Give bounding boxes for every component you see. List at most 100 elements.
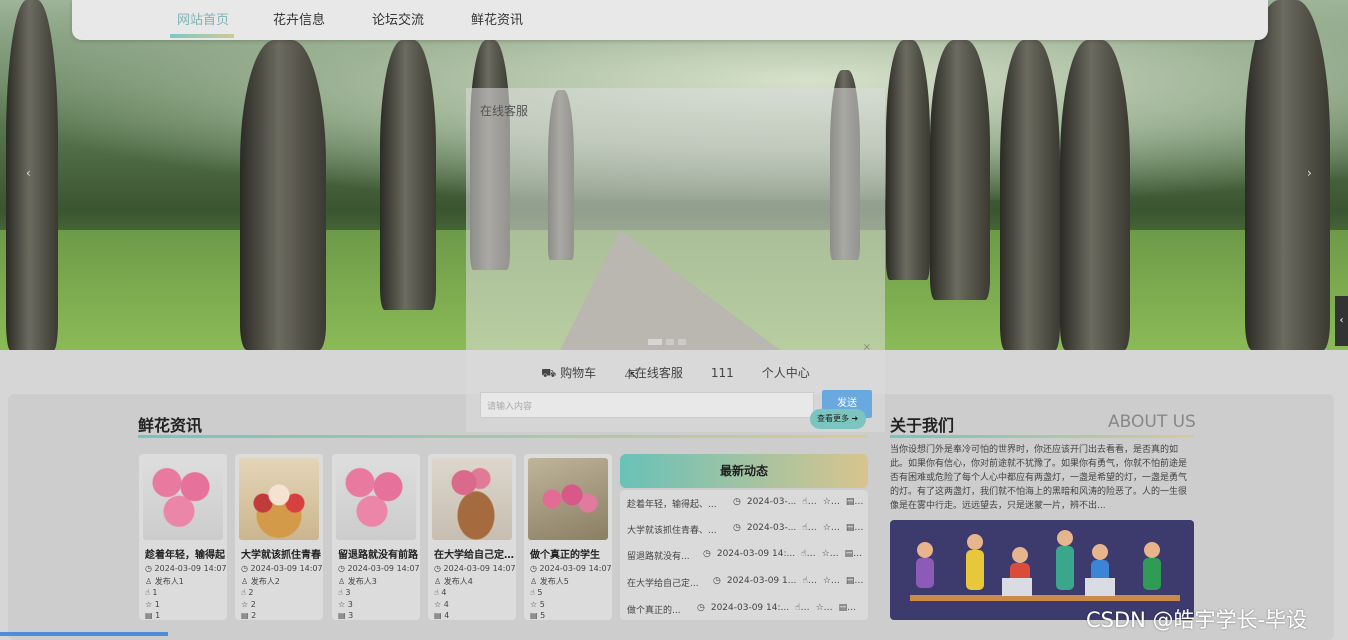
news-card-views: 2 (251, 611, 257, 620)
latest-news-date: 2024-03-09 14:... (716, 549, 796, 559)
star-icon: ☆… (815, 603, 833, 613)
watermark: CSDN @皓宇学长-毕设 (1086, 608, 1308, 632)
about-underline (890, 435, 1194, 438)
tree-trunk (930, 40, 990, 300)
toolbar-cart[interactable]: ⛟ 购物车 (541, 358, 596, 388)
views-icon: ▤ (434, 611, 445, 620)
thumb-up-icon: ☝… (801, 549, 816, 559)
truck-icon: ⛟ (541, 366, 561, 380)
latest-news-date: 2024-03-... (746, 523, 797, 533)
clock-icon: ◷ (697, 603, 705, 613)
star-icon: ☆ (145, 600, 155, 609)
clock-icon: ◷ (733, 497, 741, 507)
latest-news-title: 做个真正的... (627, 606, 681, 616)
news-card-title: 留退路就没有前路 (338, 550, 418, 561)
customer-service-modal: 在线客服 × ⛟ 购物车 ⚠在线客服 111 个人中心 请输入内容 发送 (466, 88, 885, 432)
close-icon[interactable]: × (863, 342, 871, 353)
view-more-label: 查看更多 (817, 414, 849, 423)
arrow-right-icon: ➜ (851, 414, 859, 423)
news-card-views: 4 (444, 611, 450, 620)
news-card-likes: 4 (441, 588, 447, 597)
news-card-likes: 5 (537, 588, 543, 597)
news-card-views: 3 (348, 611, 354, 620)
news-card[interactable]: 做个真正的学生 ◷ 2024-03-09 14:07 ♙ 发布人5 ☝ 5 ☆ … (524, 454, 612, 620)
latest-news-row[interactable]: 在大学给自己定... ◷ 2024-03-09 1... ☝… ☆… ▤… (627, 576, 867, 589)
nav-active-indicator (170, 34, 234, 38)
star-icon: ☆… (821, 549, 839, 559)
user-icon: ♙ (145, 577, 155, 586)
news-card-author: 发布人4 (443, 577, 473, 586)
news-card-likes: 2 (248, 588, 254, 597)
news-card-views: 1 (155, 611, 161, 620)
mouse-cursor-icon: ⇱ (628, 368, 639, 382)
star-icon: ☆ (434, 600, 444, 609)
modal-toolbar: ⛟ 购物车 ⚠在线客服 111 个人中心 (466, 358, 885, 388)
tree-trunk (1245, 0, 1330, 350)
news-card-author: 发布人2 (250, 577, 280, 586)
nav-item-forum[interactable]: 论坛交流 (372, 9, 424, 28)
latest-news-date: 2024-03-... (746, 497, 797, 507)
view-more-button[interactable]: 查看更多 ➜ (810, 409, 866, 429)
latest-news-row[interactable]: 趁着年轻，输得起、... ◷ 2024-03-... ☝… ☆… ▤… (627, 497, 867, 510)
news-card-title: 大学就该抓住青春 (241, 550, 321, 561)
user-icon: ♙ (241, 577, 251, 586)
news-card[interactable]: 留退路就没有前路 ◷ 2024-03-09 14:07 ♙ 发布人3 ☝ 3 ☆… (332, 454, 420, 620)
clock-icon: ◷ (713, 576, 721, 586)
news-card-author: 发布人3 (347, 577, 377, 586)
latest-news-title: 留退路就没有... (627, 552, 690, 562)
views-icon: ▤… (845, 497, 864, 507)
tree-trunk (886, 40, 930, 280)
latest-news-row[interactable]: 留退路就没有... ◷ 2024-03-09 14:... ☝… ☆… ▤… (627, 549, 867, 562)
carousel-next-arrow[interactable]: › (1307, 166, 1312, 180)
toolbar-profile[interactable]: 个人中心 (762, 358, 810, 388)
latest-news-title: 趁着年轻，输得起、... (627, 500, 717, 510)
latest-news-date: 2024-03-09 1... (726, 576, 797, 586)
user-icon: ♙ (434, 577, 444, 586)
nav-item-home[interactable]: 网站首页 (177, 9, 229, 28)
latest-news-row[interactable]: 做个真正的... ◷ 2024-03-09 14:... ☝… ☆… ▤… (627, 603, 867, 616)
news-card-title: 趁着年轻，输得起 (145, 550, 225, 561)
clock-icon: ◷ (241, 564, 251, 573)
views-icon: ▤ (241, 611, 252, 620)
star-icon: ☆ (241, 600, 251, 609)
news-card[interactable]: 趁着年轻，输得起 ◷ 2024-03-09 14:07 ♙ 发布人1 ☝ 1 ☆… (139, 454, 227, 620)
news-card-favs: 1 (154, 600, 160, 609)
toolbar-user[interactable]: 111 (711, 358, 734, 388)
news-card-image (239, 458, 319, 540)
news-card-date: 2024-03-09 14:07 (347, 564, 420, 573)
news-card-date: 2024-03-09 14:07 (443, 564, 516, 573)
thumb-up-icon: ☝… (795, 603, 810, 613)
news-card-date: 2024-03-09 14:07 (250, 564, 323, 573)
news-card-likes: 1 (152, 588, 158, 597)
nav-item-flowers[interactable]: 花卉信息 (273, 9, 325, 28)
news-card-image (528, 458, 608, 540)
news-card-views: 5 (540, 611, 546, 620)
chat-input[interactable]: 请输入内容 (480, 392, 814, 418)
carousel-prev-arrow[interactable]: ‹ (26, 166, 31, 180)
star-icon: ☆… (822, 497, 840, 507)
news-card-image (336, 458, 416, 540)
about-text: 当你设想门外是奉冷可怕的世界时，你还应该开门出去看看，是否真的如此。如果你有信心… (890, 445, 1188, 511)
views-icon: ▤ (338, 611, 349, 620)
latest-news-row[interactable]: 大学就该抓住青春、... ◷ 2024-03-... ☝… ☆… ▤… (627, 523, 867, 536)
news-card[interactable]: 大学就该抓住青春 ◷ 2024-03-09 14:07 ♙ 发布人2 ☝ 2 ☆… (235, 454, 323, 620)
latest-news-title: 在大学给自己定... (627, 579, 699, 589)
news-card-favs: 3 (347, 600, 353, 609)
nav-item-news[interactable]: 鲜花资讯 (471, 9, 523, 28)
news-card[interactable]: 在大学给自己定个目标 ◷ 2024-03-09 14:07 ♙ 发布人4 ☝ 4… (428, 454, 516, 620)
tree-trunk (6, 0, 58, 350)
user-icon: ♙ (338, 577, 348, 586)
tree-trunk (1000, 40, 1060, 350)
news-card-date: 2024-03-09 14:07 (539, 564, 612, 573)
views-icon: ▤ (145, 611, 156, 620)
news-card-favs: 4 (443, 600, 449, 609)
clock-icon: ◷ (703, 549, 711, 559)
news-card-author: 发布人1 (154, 577, 184, 586)
clock-icon: ◷ (434, 564, 444, 573)
side-panel-toggle[interactable]: ‹ (1335, 296, 1348, 346)
news-card-date: 2024-03-09 14:07 (154, 564, 227, 573)
about-title: 关于我们 (890, 416, 955, 435)
clock-icon: ◷ (145, 564, 155, 573)
toolbar-cart-label: 购物车 (560, 366, 597, 380)
about-subtitle: ABOUT US (1108, 412, 1196, 432)
